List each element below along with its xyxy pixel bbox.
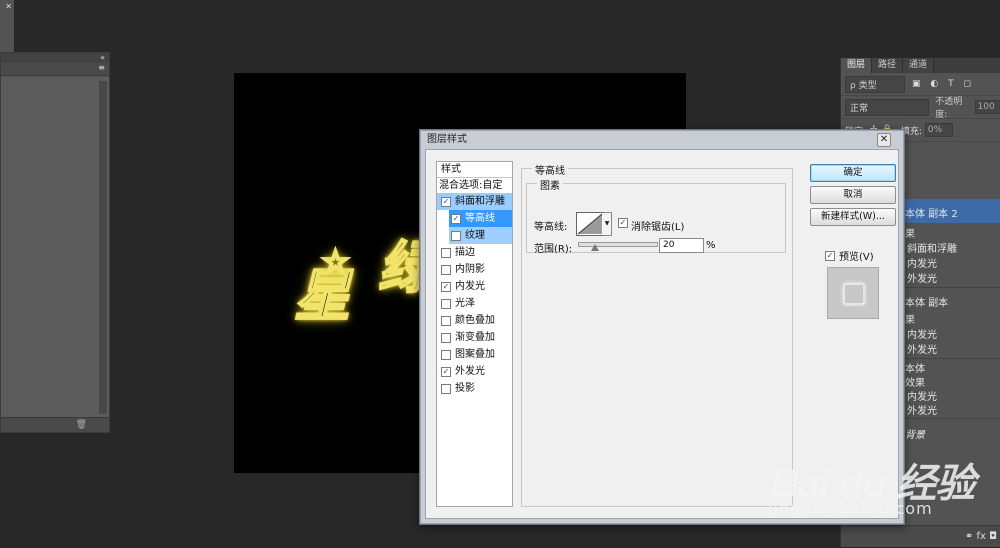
left-tool-panel: ✕ xyxy=(0,0,14,53)
checkbox[interactable] xyxy=(441,349,451,360)
tab-layers[interactable]: 图层 xyxy=(841,58,873,73)
dialog-title: 图层样式 xyxy=(427,134,467,145)
style-item-stroke[interactable]: 描边 xyxy=(437,244,512,261)
checkbox-checked[interactable]: ✓ xyxy=(451,213,461,224)
subsection-title: 图素 xyxy=(537,177,563,192)
effect-item[interactable]: 内发光 xyxy=(907,326,937,341)
layer-name[interactable]: 本体 副本 xyxy=(905,294,948,309)
style-item-texture[interactable]: 纹理 xyxy=(449,227,512,244)
style-item-inner-shadow[interactable]: 内阴影 xyxy=(437,261,512,278)
style-item-outer-glow[interactable]: ✓ 外发光 xyxy=(437,363,512,380)
checkbox[interactable] xyxy=(441,315,451,326)
star-icon: ☆ xyxy=(321,244,350,281)
style-item-inner-glow[interactable]: ✓ 内发光 xyxy=(437,278,512,295)
trash-icon[interactable]: 🗑 xyxy=(1,417,109,432)
opacity-label: 不透明度: xyxy=(935,97,963,120)
effect-item[interactable]: 内发光 xyxy=(907,255,937,270)
adjustment-filter-icon[interactable]: ◐ xyxy=(930,79,938,89)
range-slider[interactable] xyxy=(578,242,658,247)
preview-checkbox[interactable]: ✓ xyxy=(825,250,835,261)
layer-name: 本体 副本 2 xyxy=(905,209,958,220)
range-label: 范围(R): xyxy=(534,244,573,255)
baidu-watermark: Bai du 经验 jingyan.baidu.com xyxy=(768,451,975,518)
style-item-satin[interactable]: 光泽 xyxy=(437,295,512,312)
checkbox-checked[interactable]: ✓ xyxy=(441,366,451,377)
preview-label: 预览(V) xyxy=(839,252,874,263)
chevron-down-icon[interactable]: ▼ xyxy=(603,212,612,236)
layers-footer-icons[interactable]: ⚭ fx ◘ xyxy=(841,525,1000,547)
style-item-bevel-emboss[interactable]: ✓ 斜面和浮雕 xyxy=(437,193,512,210)
contour-curve-icon xyxy=(577,213,603,235)
antialias-label: 消除锯齿(L) xyxy=(631,222,685,233)
layer-name[interactable]: 本体 xyxy=(905,360,925,375)
scrollbar[interactable] xyxy=(99,81,107,414)
contour-label: 等高线: xyxy=(534,222,568,233)
range-slider-handle[interactable] xyxy=(591,244,599,251)
style-item-gradient-overlay[interactable]: 渐变叠加 xyxy=(437,329,512,346)
checkbox[interactable] xyxy=(451,230,461,241)
collapse-icon[interactable]: « xyxy=(1,53,109,63)
range-unit: % xyxy=(706,240,716,251)
cancel-button[interactable]: 取消 xyxy=(810,186,896,204)
type-filter-icon[interactable]: T xyxy=(948,79,954,89)
watermark-url: jingyan.baidu.com xyxy=(768,499,933,518)
blend-options-item[interactable]: 混合选项:自定 xyxy=(437,178,512,193)
layer-name-background[interactable]: 背景 xyxy=(905,426,925,441)
ok-button[interactable]: 确定 xyxy=(810,164,896,182)
checkbox-checked[interactable]: ✓ xyxy=(441,281,451,292)
effects-label: 效果 xyxy=(905,378,925,389)
style-preview-thumbnail xyxy=(827,267,879,319)
shape-filter-icon[interactable]: ◻ xyxy=(964,79,971,89)
left-panel-content xyxy=(1,77,109,418)
style-list: 样式 混合选项:自定 ✓ 斜面和浮雕 ✓ 等高线 纹理 描边 内阴影 ✓ 内发光… xyxy=(436,161,513,507)
image-filter-icon[interactable]: ▣ xyxy=(912,79,921,89)
section-title: 等高线 xyxy=(532,162,568,177)
tab-channels[interactable]: 通道 xyxy=(903,58,935,73)
range-input[interactable]: 20 xyxy=(659,238,704,253)
style-item-drop-shadow[interactable]: 投影 xyxy=(437,380,512,397)
left-panel: « ≡ 🗑 xyxy=(0,52,110,433)
new-style-button[interactable]: 新建样式(W)... xyxy=(810,208,896,226)
checkbox[interactable] xyxy=(441,247,451,258)
contour-picker[interactable] xyxy=(576,212,604,236)
effect-item[interactable]: 外发光 xyxy=(907,270,937,285)
panel-menu-icon[interactable]: ≡ xyxy=(1,63,109,76)
close-icon[interactable]: ✕ xyxy=(5,2,12,11)
effects-label: 果 xyxy=(905,315,915,326)
effect-item[interactable]: 内发光 xyxy=(907,388,937,403)
opacity-input[interactable]: 100 xyxy=(974,100,1000,114)
close-icon[interactable]: ✕ xyxy=(877,133,891,147)
style-item-contour[interactable]: ✓ 等高线 xyxy=(449,210,512,227)
effects-label: 果 xyxy=(905,229,915,240)
style-list-header[interactable]: 样式 xyxy=(437,162,512,178)
layer-filter-select[interactable]: ρ 类型 xyxy=(845,75,905,93)
tab-paths[interactable]: 路径 xyxy=(872,58,904,73)
effect-item[interactable]: 外发光 xyxy=(907,402,937,417)
fill-input[interactable]: 0% xyxy=(924,123,953,137)
checkbox[interactable] xyxy=(441,383,451,394)
checkbox[interactable] xyxy=(441,332,451,343)
antialias-checkbox[interactable]: ✓ xyxy=(618,218,628,228)
style-item-color-overlay[interactable]: 颜色叠加 xyxy=(437,312,512,329)
checkbox[interactable] xyxy=(441,298,451,309)
effect-item[interactable]: 斜面和浮雕 xyxy=(907,240,957,255)
checkbox-checked[interactable]: ✓ xyxy=(441,196,451,207)
checkbox[interactable] xyxy=(441,264,451,275)
blend-mode-select[interactable]: 正常 xyxy=(845,98,930,116)
style-item-pattern-overlay[interactable]: 图案叠加 xyxy=(437,346,512,363)
effect-item[interactable]: 外发光 xyxy=(907,341,937,356)
